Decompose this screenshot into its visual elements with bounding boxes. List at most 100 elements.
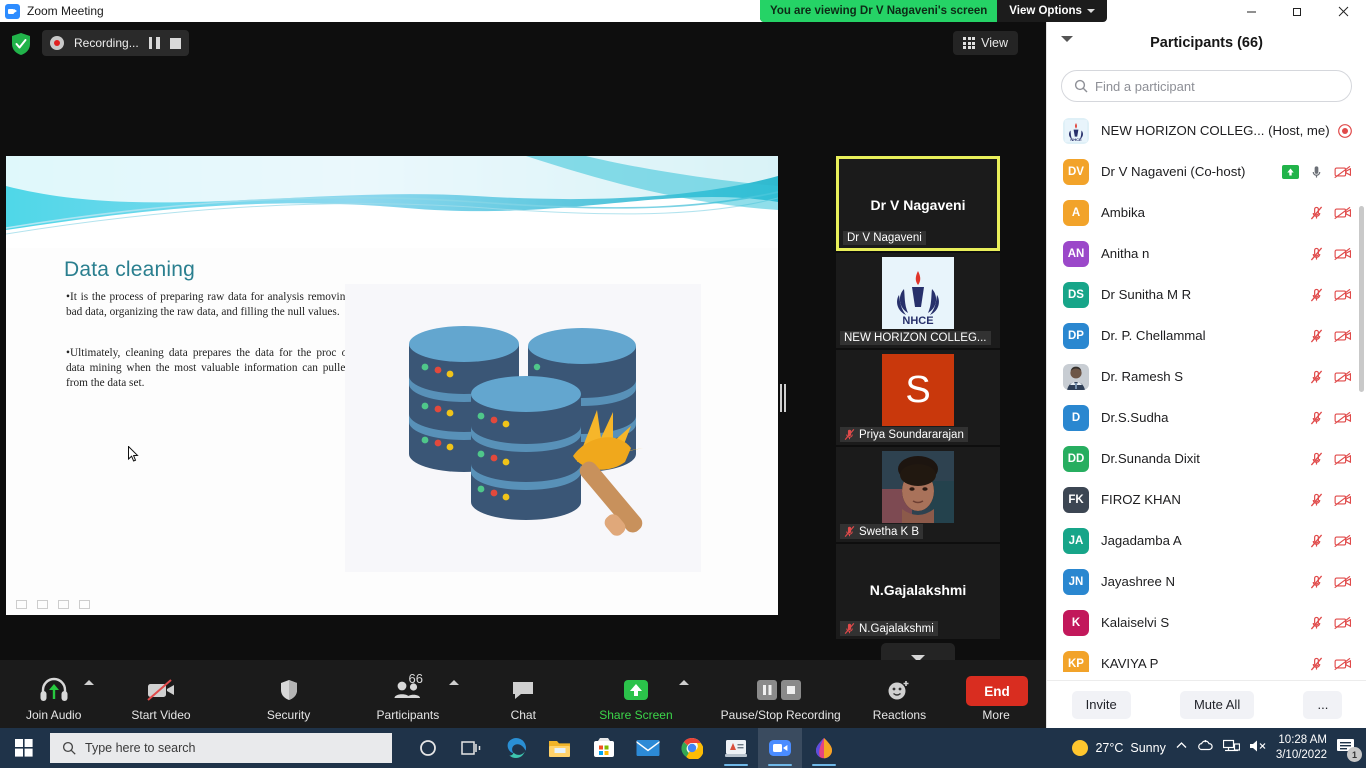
mic-muted-icon[interactable] [1310, 410, 1323, 426]
close-button[interactable] [1320, 0, 1366, 22]
participants-scrollbar[interactable] [1359, 206, 1364, 392]
participants-options-caret[interactable] [449, 680, 460, 685]
video-thumbnail-active-speaker[interactable]: Dr V Nagaveni Dr V Nagaveni [836, 156, 1000, 251]
record-dot-icon[interactable] [1338, 123, 1352, 138]
mic-muted-icon[interactable] [1310, 369, 1323, 385]
video-off-icon[interactable] [1334, 288, 1352, 302]
shared-screen-slide[interactable]: Data cleaning •It is the process of prep… [6, 156, 778, 615]
more-options-button[interactable]: ... [1303, 690, 1343, 719]
video-off-icon[interactable] [1334, 534, 1352, 548]
network-icon[interactable] [1222, 739, 1240, 758]
microsoft-store-icon[interactable] [582, 728, 626, 768]
video-off-icon[interactable] [1334, 616, 1352, 630]
task-view-icon[interactable] [450, 728, 494, 768]
slide-controls[interactable] [16, 600, 90, 609]
video-off-icon[interactable] [1334, 206, 1352, 220]
slide-control-icon[interactable] [58, 600, 69, 609]
list-item[interactable]: DV Dr V Nagaveni (Co-host) [1047, 151, 1366, 192]
mic-muted-icon[interactable] [1310, 574, 1323, 590]
file-explorer-icon[interactable] [538, 728, 582, 768]
minimize-button[interactable] [1228, 0, 1274, 22]
audio-options-caret[interactable] [84, 680, 95, 685]
list-item[interactable]: DS Dr Sunitha M R [1047, 274, 1366, 315]
notification-center-button[interactable]: 1 [1336, 737, 1362, 762]
share-options-caret[interactable] [678, 680, 689, 685]
document-icon[interactable] [714, 728, 758, 768]
maximize-button[interactable] [1274, 0, 1320, 22]
mic-muted-icon[interactable] [1310, 451, 1323, 467]
zoom-icon[interactable] [758, 728, 802, 768]
chat-button[interactable]: Chat [495, 666, 551, 722]
video-off-icon[interactable] [1334, 247, 1352, 261]
mail-icon[interactable] [626, 728, 670, 768]
cortana-icon[interactable] [406, 728, 450, 768]
mic-muted-icon[interactable] [1310, 246, 1323, 262]
list-item[interactable]: D Dr.S.Sudha [1047, 397, 1366, 438]
list-item[interactable]: K Kalaiselvi S [1047, 602, 1366, 643]
pause-icon[interactable] [148, 37, 160, 49]
list-item[interactable]: FK FIROZ KHAN [1047, 479, 1366, 520]
mic-muted-icon[interactable] [1310, 492, 1323, 508]
onedrive-icon[interactable] [1197, 739, 1214, 758]
chrome-icon[interactable] [670, 728, 714, 768]
list-item[interactable]: NHCE NEW HORIZON COLLEG... (Host, me) [1047, 110, 1366, 151]
list-item[interactable]: Dr. Ramesh S [1047, 356, 1366, 397]
reactions-button[interactable]: Reactions [869, 666, 930, 722]
video-thumbnail-participant[interactable]: Swetha K B [836, 447, 1000, 542]
search-input[interactable] [1095, 78, 1325, 94]
video-off-icon[interactable] [1334, 575, 1352, 589]
end-meeting-button[interactable]: End [966, 676, 1028, 706]
video-off-icon[interactable] [1334, 165, 1352, 179]
list-item[interactable]: DP Dr. P. Chellammal [1047, 315, 1366, 356]
video-off-icon[interactable] [1334, 657, 1352, 671]
panel-drag-handle[interactable] [780, 384, 786, 412]
list-item[interactable]: JA Jagadamba A [1047, 520, 1366, 561]
share-screen-button[interactable]: Share Screen [595, 666, 689, 722]
participants-list[interactable]: NHCE NEW HORIZON COLLEG... (Host, me) DV [1047, 110, 1366, 672]
video-off-icon[interactable] [1334, 493, 1352, 507]
mic-muted-icon[interactable] [1310, 533, 1323, 549]
invite-button[interactable]: Invite [1071, 690, 1131, 719]
video-thumbnail-participant[interactable]: N.Gajalakshmi N.Gajalakshmi [836, 544, 1000, 639]
video-off-icon[interactable] [1334, 370, 1352, 384]
security-button[interactable]: Security [261, 666, 317, 722]
volume-muted-icon[interactable] [1249, 739, 1267, 758]
join-audio-button[interactable]: Join Audio [22, 666, 95, 722]
participant-search[interactable] [1061, 70, 1352, 102]
mic-muted-icon[interactable] [1310, 615, 1323, 631]
list-item[interactable]: A Ambika [1047, 192, 1366, 233]
video-off-icon[interactable] [1334, 411, 1352, 425]
chevron-up-icon[interactable] [1175, 739, 1188, 757]
mic-muted-icon[interactable] [1310, 328, 1323, 344]
video-thumbnail-host[interactable]: NHCE NEW HORIZON COLLEG... [836, 253, 1000, 348]
taskbar-clock[interactable]: 10:28 AM 3/10/2022 [1276, 733, 1327, 763]
video-off-icon[interactable] [1334, 452, 1352, 466]
view-layout-button[interactable]: View [953, 31, 1018, 55]
mic-muted-icon[interactable] [1310, 287, 1323, 303]
mic-muted-icon[interactable] [1310, 656, 1323, 672]
view-options-button[interactable]: View Options [997, 0, 1107, 22]
edge-icon[interactable] [494, 728, 538, 768]
slide-control-icon[interactable] [16, 600, 27, 609]
stop-icon[interactable] [169, 37, 181, 49]
list-item[interactable]: JN Jayashree N [1047, 561, 1366, 602]
mute-all-button[interactable]: Mute All [1179, 690, 1255, 719]
start-video-button[interactable]: Start Video [127, 666, 194, 722]
pause-stop-recording-button[interactable]: Pause/Stop Recording [717, 666, 845, 722]
security-shield-icon[interactable] [10, 32, 32, 56]
start-button[interactable] [0, 728, 48, 768]
paint-icon[interactable] [802, 728, 846, 768]
list-item[interactable]: KP KAVIYA P [1047, 643, 1366, 672]
slide-control-icon[interactable] [37, 600, 48, 609]
video-off-icon[interactable] [1334, 329, 1352, 343]
participants-button[interactable]: 66 Participants [373, 666, 460, 722]
mic-on-icon[interactable] [1310, 164, 1323, 180]
taskbar-search[interactable]: Type here to search [50, 733, 392, 763]
slide-control-icon[interactable] [79, 600, 90, 609]
collapse-panel-icon[interactable] [1061, 36, 1073, 42]
weather-widget[interactable]: 27°C Sunny [1072, 740, 1166, 756]
video-thumbnail-participant[interactable]: S Priya Soundararajan [836, 350, 1000, 445]
mic-muted-icon[interactable] [1310, 205, 1323, 221]
list-item[interactable]: DD Dr.Sunanda Dixit [1047, 438, 1366, 479]
list-item[interactable]: AN Anitha n [1047, 233, 1366, 274]
